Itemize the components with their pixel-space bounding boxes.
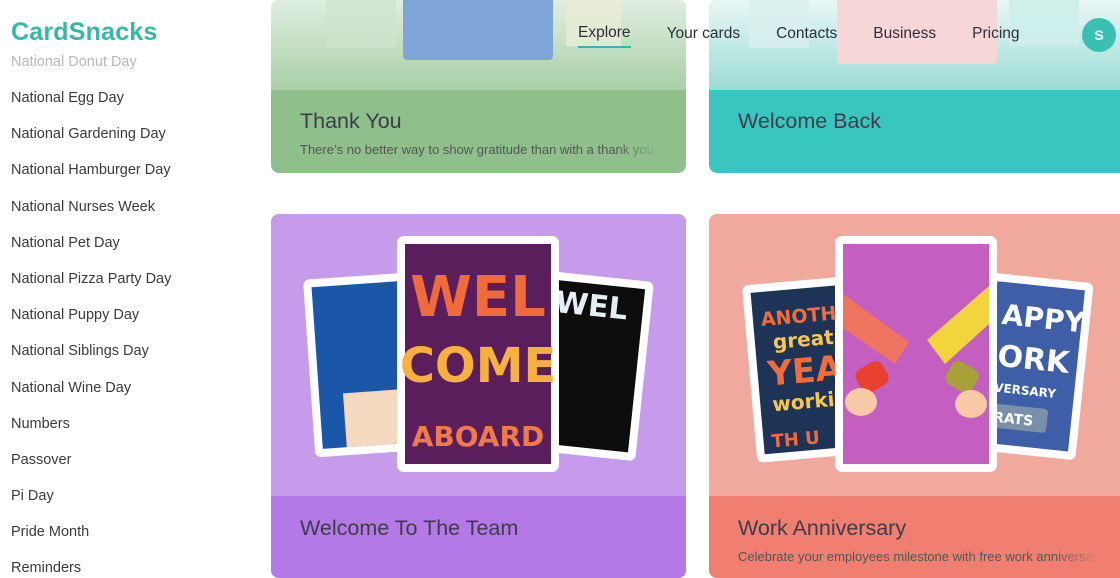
card-work-anniversary[interactable]: ANOTH great YEA worki TH U APPY ORK VERS… (709, 214, 1120, 578)
sidebar-item-national-puppy-day[interactable]: National Puppy Day (11, 297, 171, 333)
card-description: Celebrate your employees milestone with … (738, 549, 1098, 564)
card-art-welcome-team: WEL WEL COME ABOARD (271, 214, 686, 496)
sidebar-item-national-pet-day[interactable]: National Pet Day (11, 225, 171, 261)
nav-pricing[interactable]: Pricing (972, 25, 1019, 47)
top-nav: Explore Your cards Contacts Business Pri… (250, 0, 1120, 68)
sidebar-item-pride-month[interactable]: Pride Month (11, 514, 171, 550)
welcome-aboard-card-illustration: WEL WEL COME ABOARD (303, 236, 654, 472)
brand-logo[interactable]: CardSnacks (11, 18, 166, 47)
card-footer: Welcome To The Team (271, 496, 686, 578)
sidebar-item-national-egg-day[interactable]: National Egg Day (11, 80, 171, 116)
card-title: Thank You (300, 109, 402, 133)
sidebar-item-national-pizza-party-day[interactable]: National Pizza Party Day (11, 261, 171, 297)
category-list: National Donut Day National Egg Day Nati… (11, 52, 171, 578)
sidebar-item-national-siblings-day[interactable]: National Siblings Day (11, 333, 171, 369)
sidebar-item-reminders[interactable]: Reminders (11, 550, 171, 578)
card-footer: Thank You There’s no better way to show … (271, 90, 686, 173)
sidebar-item-national-nurses-week[interactable]: National Nurses Week (11, 189, 171, 225)
nav-explore[interactable]: Explore (578, 24, 631, 48)
nav-your-cards[interactable]: Your cards (667, 25, 741, 47)
card-welcome-to-the-team[interactable]: WEL WEL COME ABOARD Welcome To The Team (271, 214, 686, 578)
user-avatar[interactable]: S (1082, 18, 1116, 52)
sidebar: CardSnacks National Donut Day National E… (0, 0, 250, 578)
sidebar-item-national-gardening-day[interactable]: National Gardening Day (11, 116, 171, 152)
sidebar-item-passover[interactable]: Passover (11, 442, 171, 478)
nav-contacts[interactable]: Contacts (776, 25, 837, 47)
art-text: ABOARD (412, 420, 545, 453)
sidebar-item-national-donut-day[interactable]: National Donut Day (11, 52, 171, 72)
card-footer: Welcome Back (709, 90, 1120, 173)
card-title: Welcome Back (738, 109, 881, 133)
nav-business[interactable]: Business (873, 25, 936, 47)
main-nav: Explore Your cards Contacts Business Pri… (578, 24, 1056, 48)
sidebar-item-national-hamburger-day[interactable]: National Hamburger Day (11, 152, 171, 188)
card-footer: Work Anniversary Celebrate your employee… (709, 496, 1120, 578)
work-anniversary-card-illustration: ANOTH great YEA worki TH U APPY ORK VERS… (742, 236, 1094, 472)
card-title: Welcome To The Team (300, 516, 519, 540)
sidebar-item-pi-day[interactable]: Pi Day (11, 478, 171, 514)
card-description: There’s no better way to show gratitude … (300, 142, 660, 157)
sidebar-item-national-wine-day[interactable]: National Wine Day (11, 370, 171, 406)
card-art-work-anniversary: ANOTH great YEA worki TH U APPY ORK VERS… (709, 214, 1120, 496)
art-text: COME (400, 338, 557, 394)
card-title: Work Anniversary (738, 516, 907, 540)
art-text: TH U (771, 427, 821, 452)
sidebar-item-numbers[interactable]: Numbers (11, 406, 171, 442)
art-text: WEL (410, 265, 546, 330)
